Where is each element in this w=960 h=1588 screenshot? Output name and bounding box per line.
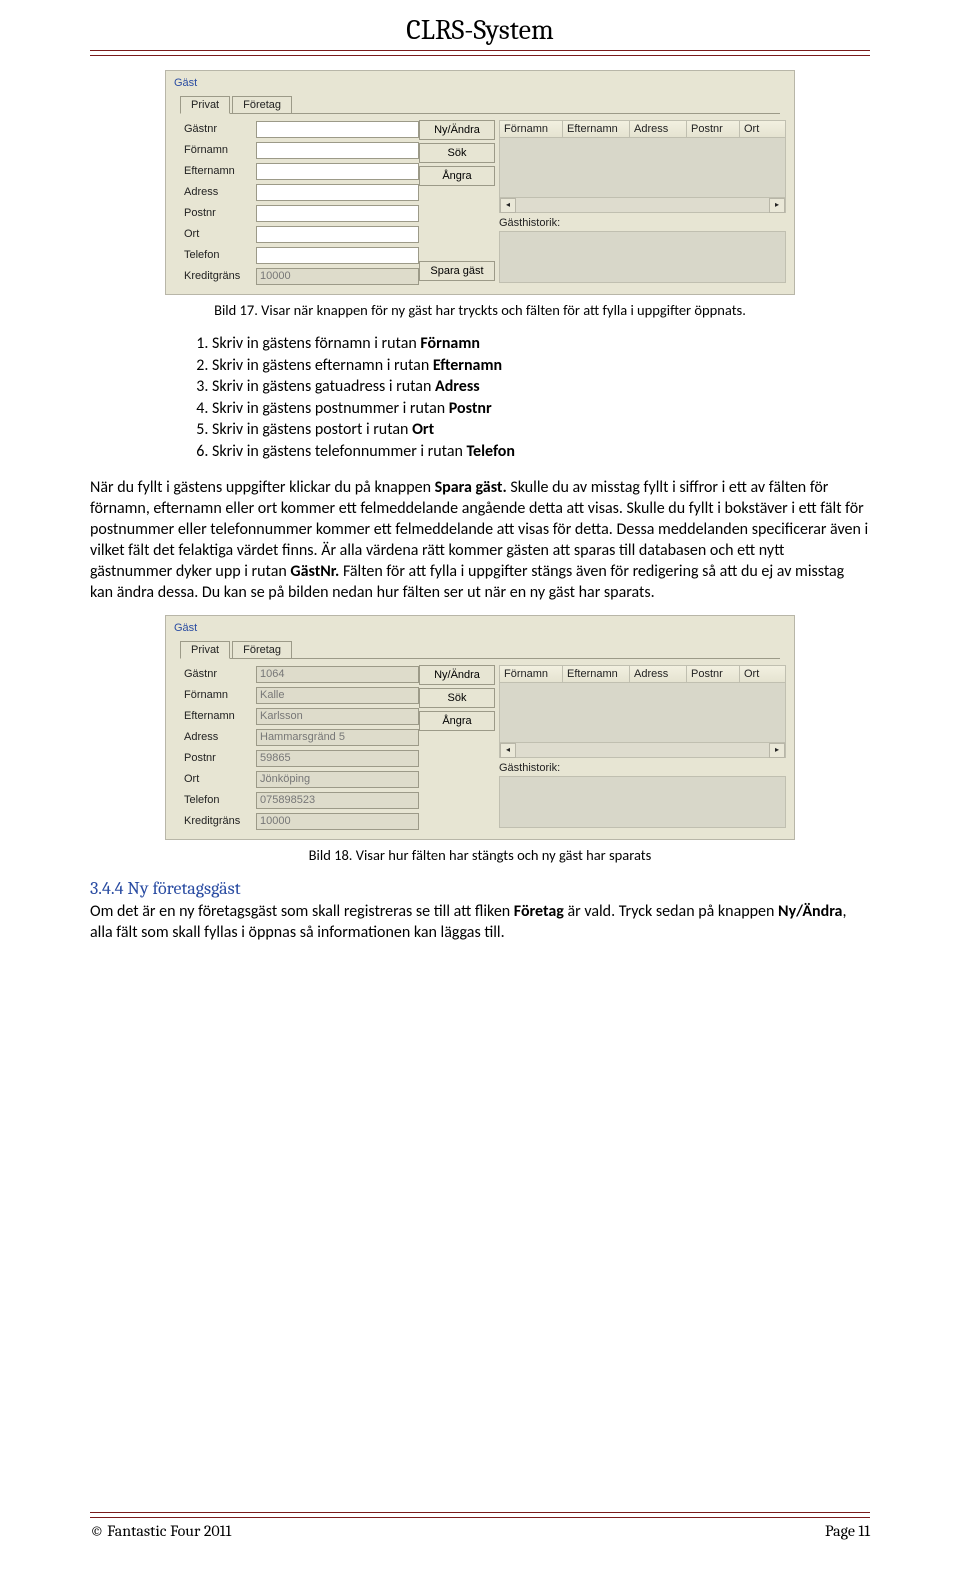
input-postnr — [256, 750, 419, 767]
list-item: Skriv in gästens efternamn i rutan Efter… — [212, 355, 870, 377]
historik-label: Gästhistorik: — [499, 762, 786, 774]
angra-button[interactable]: Ångra — [419, 166, 495, 186]
group-label: Gäst — [168, 618, 792, 634]
list-item: Skriv in gästens postnummer i rutan Post… — [212, 398, 870, 420]
label-gastnr: Gästnr — [184, 123, 256, 135]
input-telefon[interactable] — [256, 247, 419, 264]
footer-left: © Fantastic Four 2011 — [90, 1522, 231, 1540]
grid-col-efternamn[interactable]: Efternamn — [563, 121, 630, 137]
scroll-right-icon[interactable]: ▸ — [769, 198, 785, 213]
page-title: CLRS-System — [90, 14, 870, 50]
label-postnr: Postnr — [184, 207, 256, 219]
section-heading: 3.4.4 Ny företagsgäst — [90, 878, 870, 899]
caption-17: Bild 17. Visar när knappen för ny gäst h… — [90, 301, 870, 319]
footer: © Fantastic Four 2011 Page 11 — [90, 1512, 870, 1540]
input-gastnr — [256, 666, 419, 683]
tab-foretag[interactable]: Företag — [232, 96, 292, 114]
tab-privat[interactable]: Privat — [180, 96, 230, 114]
scrollbar[interactable]: ◂ ▸ — [500, 197, 785, 212]
historik-label: Gästhistorik: — [499, 217, 786, 229]
grid-body[interactable]: ◂ ▸ — [499, 138, 786, 213]
input-adress — [256, 729, 419, 746]
grid-body[interactable]: ◂ ▸ — [499, 683, 786, 758]
group-label: Gäst — [168, 73, 792, 89]
input-adress[interactable] — [256, 184, 419, 201]
scrollbar[interactable]: ◂ ▸ — [500, 742, 785, 757]
historik-box[interactable] — [499, 776, 786, 828]
sok-button[interactable]: Sök — [419, 143, 495, 163]
grid-col-adress[interactable]: Adress — [630, 121, 687, 137]
label-efternamn: Efternamn — [184, 165, 256, 177]
grid-col-postnr[interactable]: Postnr — [687, 121, 740, 137]
label-telefon: Telefon — [184, 249, 256, 261]
body-paragraph-2: Om det är en ny företagsgäst som skall r… — [90, 901, 870, 943]
scroll-left-icon[interactable]: ◂ — [500, 743, 516, 758]
caption-18: Bild 18. Visar hur fälten har stängts oc… — [90, 846, 870, 864]
label-postnr: Postnr — [184, 752, 256, 764]
list-item: Skriv in gästens förnamn i rutan Förnamn — [212, 333, 870, 355]
spara-gast-button[interactable]: Spara gäst — [419, 261, 495, 281]
label-adress: Adress — [184, 186, 256, 198]
grid-col-fornamn[interactable]: Förnamn — [500, 666, 563, 682]
input-ort[interactable] — [256, 226, 419, 243]
tab-privat[interactable]: Privat — [180, 641, 230, 659]
label-kredit: Kreditgräns — [184, 270, 256, 282]
historik-box[interactable] — [499, 231, 786, 283]
label-telefon: Telefon — [184, 794, 256, 806]
label-gastnr: Gästnr — [184, 668, 256, 680]
input-kredit — [256, 813, 419, 830]
grid-col-adress[interactable]: Adress — [630, 666, 687, 682]
input-fornamn[interactable] — [256, 142, 419, 159]
list-item: Skriv in gästens telefonnummer i rutan T… — [212, 441, 870, 463]
label-kredit: Kreditgräns — [184, 815, 256, 827]
list-item: Skriv in gästens gatuadress i rutan Adre… — [212, 376, 870, 398]
label-adress: Adress — [184, 731, 256, 743]
grid-header: Förnamn Efternamn Adress Postnr Ort — [499, 120, 786, 138]
ny-andra-button[interactable]: Ny/Ändra — [419, 665, 495, 685]
label-fornamn: Förnamn — [184, 689, 256, 701]
scroll-left-icon[interactable]: ◂ — [500, 198, 516, 213]
grid-col-fornamn[interactable]: Förnamn — [500, 121, 563, 137]
sok-button[interactable]: Sök — [419, 688, 495, 708]
input-fornamn — [256, 687, 419, 704]
label-efternamn: Efternamn — [184, 710, 256, 722]
body-paragraph-1: När du fyllt i gästens uppgifter klickar… — [90, 477, 870, 604]
grid-col-ort[interactable]: Ort — [740, 666, 785, 682]
screenshot-guest-open: Gäst Privat Företag Gästnr Förnamn Efter… — [165, 70, 795, 295]
angra-button[interactable]: Ångra — [419, 711, 495, 731]
label-fornamn: Förnamn — [184, 144, 256, 156]
input-telefon — [256, 792, 419, 809]
grid-col-efternamn[interactable]: Efternamn — [563, 666, 630, 682]
tab-foretag[interactable]: Företag — [232, 641, 292, 659]
input-kredit[interactable] — [256, 268, 419, 285]
steps-list: Skriv in gästens förnamn i rutan Förnamn… — [194, 333, 870, 463]
grid-col-ort[interactable]: Ort — [740, 121, 785, 137]
screenshot-guest-saved: Gäst Privat Företag Gästnr Förnamn Efter… — [165, 615, 795, 840]
grid-header: Förnamn Efternamn Adress Postnr Ort — [499, 665, 786, 683]
input-gastnr[interactable] — [256, 121, 419, 138]
label-ort: Ort — [184, 773, 256, 785]
input-efternamn[interactable] — [256, 163, 419, 180]
input-postnr[interactable] — [256, 205, 419, 222]
label-ort: Ort — [184, 228, 256, 240]
grid-col-postnr[interactable]: Postnr — [687, 666, 740, 682]
ny-andra-button[interactable]: Ny/Ändra — [419, 120, 495, 140]
input-efternamn — [256, 708, 419, 725]
scroll-right-icon[interactable]: ▸ — [769, 743, 785, 758]
footer-right: Page 11 — [825, 1522, 870, 1540]
list-item: Skriv in gästens postort i rutan Ort — [212, 419, 870, 441]
input-ort — [256, 771, 419, 788]
title-rule — [90, 50, 870, 56]
